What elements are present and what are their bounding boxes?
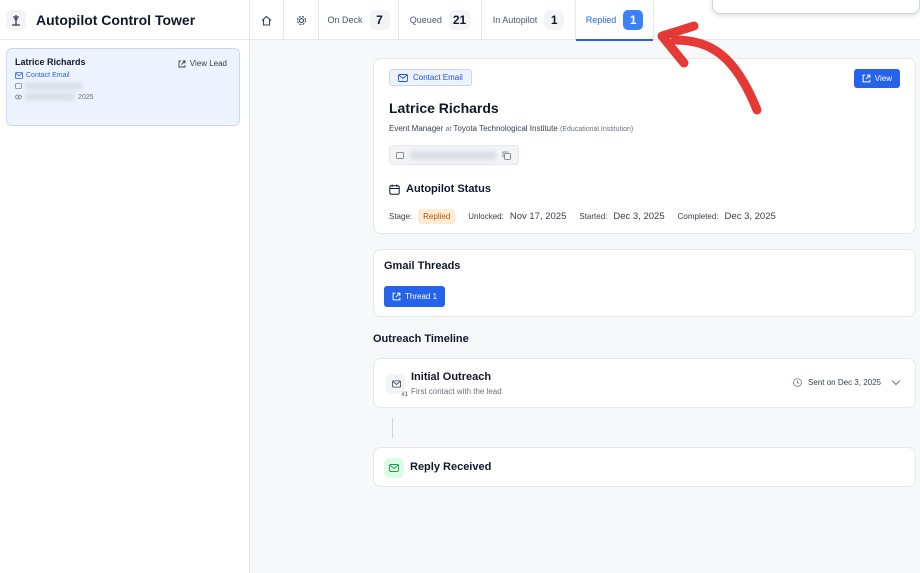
external-link-icon bbox=[862, 74, 871, 83]
tab-label: On Deck bbox=[327, 15, 363, 25]
copy-icon[interactable] bbox=[502, 151, 511, 160]
unlocked-value: Nov 17, 2025 bbox=[509, 211, 567, 222]
view-label: View bbox=[874, 74, 892, 83]
contact-role: Event Manager at Toyota Technological In… bbox=[389, 124, 633, 133]
completed-value: Dec 3, 2025 bbox=[724, 211, 776, 222]
gmail-threads-card: Gmail Threads Thread 1 bbox=[373, 249, 916, 317]
brand-header: Autopilot Control Tower bbox=[0, 0, 249, 40]
mail-icon bbox=[15, 83, 22, 89]
timeline-item-subtitle: First contact with the lead bbox=[411, 387, 502, 396]
unlocked-label: Unlocked: bbox=[468, 212, 504, 221]
autopilot-status-heading: Autopilot Status bbox=[389, 183, 491, 195]
stage-badge: Replied bbox=[418, 209, 456, 224]
calendar-icon bbox=[389, 184, 400, 195]
tab-label: Queued bbox=[409, 15, 442, 25]
external-link-icon bbox=[392, 292, 401, 301]
tab-count: 1 bbox=[544, 10, 565, 30]
contact-email-badge: Contact Email bbox=[389, 69, 472, 86]
home-button[interactable] bbox=[250, 0, 284, 40]
badge-label: Contact Email bbox=[413, 73, 463, 82]
lead-list-item[interactable]: Latrice Richards View Lead Contact Email… bbox=[6, 48, 240, 126]
redacted-email bbox=[410, 150, 496, 160]
thread-label: Thread 1 bbox=[405, 292, 438, 301]
sent-date: Sent on Dec 3, 2025 bbox=[808, 378, 881, 387]
timeline-item-initial-outreach[interactable]: #1 Initial Outreach First contact with t… bbox=[373, 358, 916, 408]
eye-icon bbox=[15, 94, 22, 100]
lead-email-row bbox=[15, 82, 231, 90]
tab-label: Replied bbox=[585, 15, 617, 25]
outreach-timeline-title: Outreach Timeline bbox=[373, 333, 469, 345]
timeline-connector bbox=[392, 418, 393, 438]
email-field bbox=[389, 145, 519, 165]
tab-in-autopilot[interactable]: In Autopilot 1 bbox=[482, 0, 576, 40]
tab-replied[interactable]: Replied 1 bbox=[576, 0, 654, 41]
reply-icon-box bbox=[384, 458, 404, 478]
status-title: Autopilot Status bbox=[406, 183, 491, 195]
popover-edge bbox=[712, 0, 920, 14]
gear-icon bbox=[296, 15, 306, 25]
tab-count: 7 bbox=[369, 10, 390, 30]
view-button[interactable]: View bbox=[853, 69, 900, 88]
app-title: Autopilot Control Tower bbox=[36, 11, 196, 28]
role-org-type: (Educational Institution) bbox=[560, 126, 634, 133]
view-lead-label: View Lead bbox=[189, 59, 227, 68]
lead-chip-label: Contact Email bbox=[26, 72, 70, 79]
chevron-down-icon[interactable] bbox=[891, 379, 901, 386]
tab-label: In Autopilot bbox=[492, 15, 538, 25]
redacted-email bbox=[25, 82, 83, 90]
settings-button[interactable] bbox=[284, 0, 319, 40]
contact-card: Contact Email View Latrice Richards Even… bbox=[373, 58, 916, 234]
timeline-item-title: Initial Outreach bbox=[411, 371, 492, 383]
stage-label: Stage: bbox=[389, 212, 413, 221]
mail-icon-box: #1 bbox=[386, 374, 409, 398]
sidebar: Autopilot Control Tower Latrice Richards… bbox=[0, 0, 250, 573]
tab-count: 1 bbox=[623, 10, 644, 30]
view-lead-link[interactable]: View Lead bbox=[178, 59, 227, 68]
role-org: Toyota Technological Institute bbox=[453, 124, 558, 133]
role-at: at bbox=[445, 126, 452, 133]
thread-button[interactable]: Thread 1 bbox=[384, 286, 446, 307]
role-title: Event Manager bbox=[389, 124, 444, 133]
gmail-threads-title: Gmail Threads bbox=[384, 260, 461, 272]
started-value: Dec 3, 2025 bbox=[613, 211, 665, 222]
mail-icon bbox=[15, 72, 23, 79]
redacted-date bbox=[25, 93, 75, 101]
step-number-badge: #1 bbox=[400, 392, 409, 398]
mail-icon bbox=[391, 380, 401, 388]
started-label: Started: bbox=[579, 212, 608, 221]
lead-date-tail: 2025 bbox=[78, 93, 94, 101]
mail-icon bbox=[396, 151, 404, 159]
timeline-item-reply-received[interactable]: Reply Received bbox=[373, 447, 916, 487]
lead-email-chip: Contact Email bbox=[15, 72, 231, 79]
tab-on-deck[interactable]: On Deck 7 bbox=[319, 0, 399, 40]
tab-count: 21 bbox=[448, 10, 471, 30]
contact-name: Latrice Richards bbox=[389, 100, 499, 116]
completed-label: Completed: bbox=[677, 212, 719, 221]
mail-check-icon bbox=[389, 464, 399, 472]
tab-queued[interactable]: Queued 21 bbox=[399, 0, 482, 40]
clock-icon bbox=[793, 378, 802, 387]
mail-icon bbox=[398, 73, 408, 82]
sent-info: Sent on Dec 3, 2025 bbox=[793, 378, 901, 387]
home-icon bbox=[261, 15, 272, 26]
timeline-item-title: Reply Received bbox=[410, 461, 492, 473]
lead-date-row: 2025 bbox=[15, 93, 231, 101]
external-link-icon bbox=[178, 60, 186, 67]
status-details: Stage: Replied Unlocked: Nov 17, 2025 St… bbox=[389, 209, 783, 224]
tower-icon bbox=[6, 9, 26, 30]
